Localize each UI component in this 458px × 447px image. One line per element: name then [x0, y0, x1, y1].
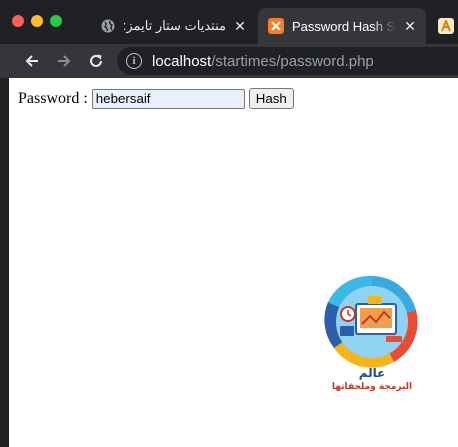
- password-label: Password :: [18, 89, 88, 107]
- tab-partial[interactable]: [430, 8, 458, 44]
- watermark-logo: عالم البرمجة وملحقاتها: [320, 274, 424, 400]
- tab-strip: منتديات ستار تايمز: عالم ✕ Password Hash…: [0, 0, 458, 44]
- close-window-button[interactable]: [12, 15, 24, 27]
- font-icon: [438, 18, 454, 34]
- window-left-edge: [0, 78, 9, 447]
- zoom-window-button[interactable]: [50, 15, 62, 27]
- site-info-icon[interactable]: i: [126, 53, 142, 69]
- tab-startimes-forum[interactable]: منتديات ستار تايمز: عالم ✕: [88, 8, 256, 44]
- password-form: Password : Hash: [18, 88, 294, 109]
- hash-button[interactable]: Hash: [248, 88, 294, 109]
- watermark-line2: البرمجة وملحقاتها: [331, 382, 413, 392]
- watermark-line1: عالم: [358, 366, 386, 380]
- tab-password-hash[interactable]: Password Hash Stor ✕: [258, 8, 426, 44]
- url-host: localhost: [152, 52, 212, 70]
- xampp-icon: [268, 18, 284, 34]
- close-tab-icon[interactable]: ✕: [402, 18, 418, 34]
- password-input[interactable]: [91, 88, 245, 109]
- minimize-window-button[interactable]: [31, 15, 43, 27]
- reload-icon[interactable]: [85, 50, 107, 72]
- close-tab-icon[interactable]: ✕: [232, 18, 248, 34]
- address-bar[interactable]: i localhost/startimes/password.php: [117, 47, 458, 75]
- tab-title: منتديات ستار تايمز: عالم: [124, 18, 226, 33]
- url-path: /startimes/password.php: [211, 52, 374, 70]
- logo-graphic: [324, 275, 418, 368]
- forward-arrow-icon[interactable]: [53, 50, 75, 72]
- tab-title-fade: [372, 8, 396, 44]
- back-arrow-icon[interactable]: [21, 50, 43, 72]
- browser-toolbar: i localhost/startimes/password.php: [0, 44, 458, 78]
- globe-icon: [100, 18, 116, 34]
- browser-window-chrome: منتديات ستار تايمز: عالم ✕ Password Hash…: [0, 0, 458, 78]
- page-content: Password : Hash عالم البرمجة وملحقاتها: [0, 78, 458, 447]
